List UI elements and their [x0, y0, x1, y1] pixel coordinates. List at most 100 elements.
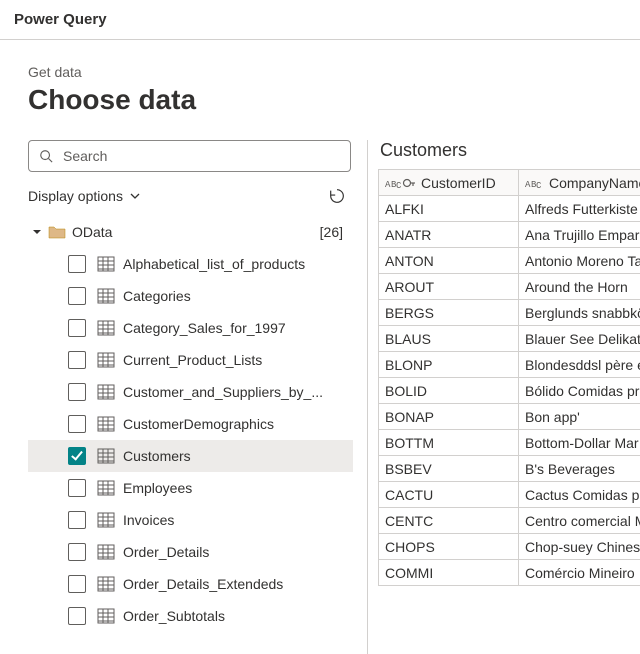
- display-options-label: Display options: [28, 188, 123, 204]
- tree-item-checkbox[interactable]: [68, 287, 86, 305]
- tree-item[interactable]: Category_Sales_for_1997: [28, 312, 353, 344]
- table-cell: BOLID: [379, 378, 519, 404]
- app-title: Power Query: [14, 11, 107, 28]
- table-icon: [97, 288, 115, 304]
- tree-item-label: Customers: [123, 448, 191, 464]
- tree-item[interactable]: Customer_and_Suppliers_by_...: [28, 376, 353, 408]
- table-icon: [97, 480, 115, 496]
- table-cell: BOTTM: [379, 430, 519, 456]
- display-options-button[interactable]: Display options: [28, 188, 141, 204]
- table-row[interactable]: ANTONAntonio Moreno Ta: [379, 248, 640, 274]
- table-cell: Chop-suey Chinese: [519, 534, 640, 560]
- tree-item-label: Customer_and_Suppliers_by_...: [123, 384, 323, 400]
- tree-item-checkbox[interactable]: [68, 479, 86, 497]
- table-icon: [97, 256, 115, 272]
- column-header[interactable]: ABC CompanyName: [519, 170, 640, 196]
- column-header-label: CustomerID: [421, 175, 496, 191]
- tree-item[interactable]: CustomerDemographics: [28, 408, 353, 440]
- table-row[interactable]: BOTTMBottom-Dollar Mar: [379, 430, 640, 456]
- tree-root-count: [26]: [320, 224, 343, 240]
- tree-item-label: Invoices: [123, 512, 174, 528]
- refresh-button[interactable]: [325, 184, 349, 208]
- text-type-icon: ABC: [525, 176, 543, 190]
- table-cell: Around the Horn: [519, 274, 640, 300]
- table-cell: BLONP: [379, 352, 519, 378]
- table-row[interactable]: BOLIDBólido Comidas pre: [379, 378, 640, 404]
- preview-pane: Customers ABC CustomerID ABC CompanyName…: [368, 140, 640, 654]
- table-row[interactable]: BONAPBon app': [379, 404, 640, 430]
- search-icon: [39, 149, 53, 163]
- tree-item-checkbox[interactable]: [68, 351, 86, 369]
- tree-item-checkbox[interactable]: [68, 415, 86, 433]
- tree-item[interactable]: Customers: [28, 440, 353, 472]
- tree-item-label: Current_Product_Lists: [123, 352, 262, 368]
- table-cell: Bólido Comidas pre: [519, 378, 640, 404]
- table-row[interactable]: BSBEVB's Beverages: [379, 456, 640, 482]
- table-row[interactable]: ANATRAna Trujillo Empare: [379, 222, 640, 248]
- tree-item-label: Employees: [123, 480, 192, 496]
- navigator-tree: OData [26] Alphabetical_list_of_products…: [28, 216, 357, 632]
- table-cell: COMMI: [379, 560, 519, 586]
- tree-item[interactable]: Employees: [28, 472, 353, 504]
- table-cell: Centro comercial M: [519, 508, 640, 534]
- text-key-type-icon: ABC: [385, 176, 415, 190]
- column-header[interactable]: ABC CustomerID: [379, 170, 519, 196]
- table-cell: Berglunds snabbkö: [519, 300, 640, 326]
- tree-item[interactable]: Order_Details_Extendeds: [28, 568, 353, 600]
- table-row[interactable]: COMMIComércio Mineiro: [379, 560, 640, 586]
- table-row[interactable]: BLAUSBlauer See Delikate: [379, 326, 640, 352]
- caret-down-icon: [32, 227, 42, 237]
- folder-icon: [48, 225, 66, 239]
- search-input[interactable]: [61, 147, 340, 165]
- app-title-bar: Power Query: [0, 0, 640, 40]
- tree-item-checkbox[interactable]: [68, 511, 86, 529]
- table-cell: Antonio Moreno Ta: [519, 248, 640, 274]
- tree-item[interactable]: Invoices: [28, 504, 353, 536]
- table-row[interactable]: CACTUCactus Comidas pa: [379, 482, 640, 508]
- table-row[interactable]: AROUTAround the Horn: [379, 274, 640, 300]
- table-cell: CACTU: [379, 482, 519, 508]
- table-row[interactable]: BERGSBerglunds snabbkö: [379, 300, 640, 326]
- tree-item[interactable]: Order_Subtotals: [28, 600, 353, 632]
- tree-item-checkbox[interactable]: [68, 255, 86, 273]
- table-icon: [97, 544, 115, 560]
- navigator-pane: Display options OData [26]: [28, 140, 368, 654]
- tree-root-odata[interactable]: OData [26]: [28, 216, 353, 248]
- table-cell: Comércio Mineiro: [519, 560, 640, 586]
- tree-root-label: OData: [72, 224, 112, 240]
- table-icon: [97, 416, 115, 432]
- tree-item[interactable]: Current_Product_Lists: [28, 344, 353, 376]
- table-cell: BERGS: [379, 300, 519, 326]
- page-kicker: Get data: [28, 64, 640, 80]
- search-box[interactable]: [28, 140, 351, 172]
- tree-item-checkbox[interactable]: [68, 607, 86, 625]
- table-cell: CHOPS: [379, 534, 519, 560]
- table-icon: [97, 320, 115, 336]
- tree-item-checkbox[interactable]: [68, 575, 86, 593]
- tree-item-label: Order_Subtotals: [123, 608, 225, 624]
- table-icon: [97, 384, 115, 400]
- table-cell: Alfreds Futterkiste: [519, 196, 640, 222]
- table-cell: ANATR: [379, 222, 519, 248]
- table-cell: Cactus Comidas pa: [519, 482, 640, 508]
- tree-item[interactable]: Order_Details: [28, 536, 353, 568]
- table-row[interactable]: CHOPSChop-suey Chinese: [379, 534, 640, 560]
- table-row[interactable]: CENTCCentro comercial M: [379, 508, 640, 534]
- table-cell: BLAUS: [379, 326, 519, 352]
- tree-item-checkbox[interactable]: [68, 319, 86, 337]
- tree-item[interactable]: Alphabetical_list_of_products: [28, 248, 353, 280]
- tree-item-checkbox[interactable]: [68, 383, 86, 401]
- preview-title: Customers: [380, 140, 640, 161]
- table-cell: BONAP: [379, 404, 519, 430]
- table-cell: Blondesddsl père e: [519, 352, 640, 378]
- table-row[interactable]: ALFKIAlfreds Futterkiste: [379, 196, 640, 222]
- tree-item[interactable]: Categories: [28, 280, 353, 312]
- page-title: Choose data: [28, 84, 640, 116]
- tree-item-checkbox[interactable]: [68, 447, 86, 465]
- table-cell: Ana Trujillo Empare: [519, 222, 640, 248]
- table-row[interactable]: BLONPBlondesddsl père e: [379, 352, 640, 378]
- tree-item-checkbox[interactable]: [68, 543, 86, 561]
- table-icon: [97, 512, 115, 528]
- table-icon: [97, 608, 115, 624]
- tree-item-label: Category_Sales_for_1997: [123, 320, 286, 336]
